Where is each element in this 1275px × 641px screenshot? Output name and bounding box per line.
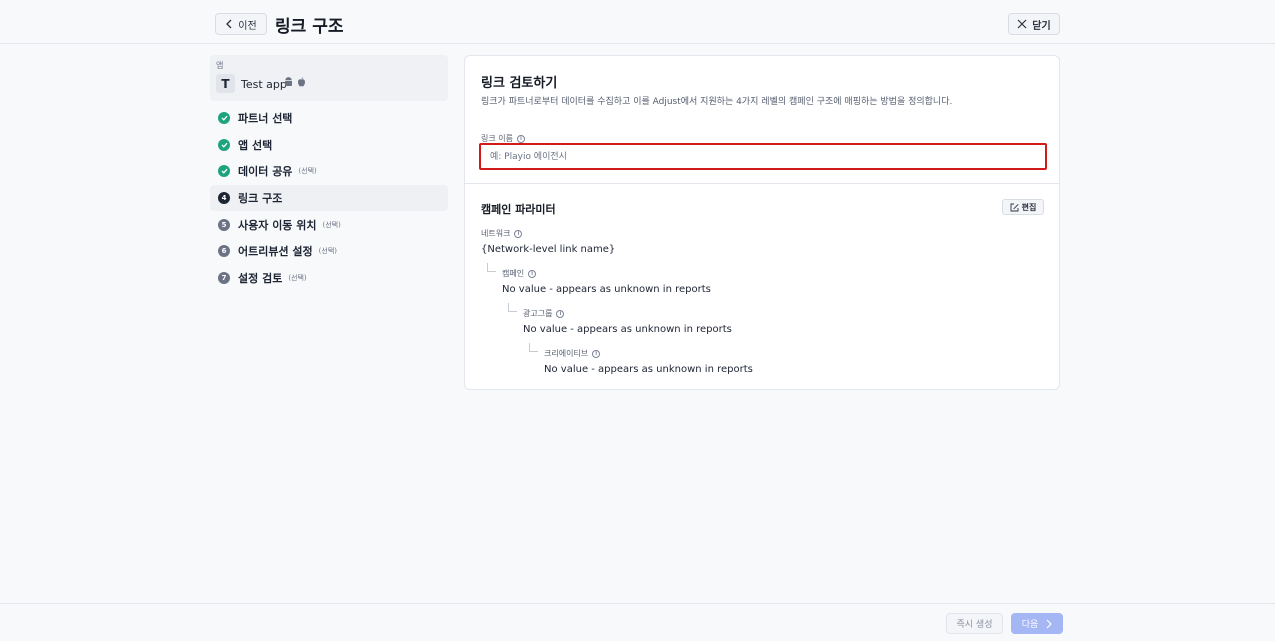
param-value: No value - appears as unknown in reports bbox=[523, 324, 732, 335]
step-label: 어트리뷰션 설정 bbox=[238, 245, 313, 259]
chevron-right-icon bbox=[1046, 619, 1053, 628]
step-list: 파트너 선택 앱 선택 데이터 공유 (선택) 4 링크 구조 5 사용자 이동… bbox=[210, 105, 448, 291]
step-label: 데이터 공유 bbox=[238, 165, 293, 179]
param-creative: 크리에이티브 i No value - appears as unknown i… bbox=[544, 348, 753, 375]
param-label: 광고그룹 i bbox=[523, 308, 732, 319]
step-label: 설정 검토 bbox=[238, 271, 283, 285]
tree-connector bbox=[487, 263, 496, 272]
app-platforms bbox=[284, 77, 306, 87]
step-data-sharing[interactable]: 데이터 공유 (선택) bbox=[210, 158, 448, 185]
step-optional-tag: (선택) bbox=[288, 273, 307, 282]
next-button[interactable]: 다음 bbox=[1011, 613, 1063, 634]
param-label: 크리에이티브 i bbox=[544, 348, 753, 359]
param-label-text: 네트워크 bbox=[481, 229, 511, 238]
app-name: Test app bbox=[241, 78, 287, 91]
campaign-params-title: 캠페인 파라미터 bbox=[481, 203, 556, 216]
edit-label: 편집 bbox=[1021, 202, 1037, 212]
android-icon bbox=[285, 77, 292, 86]
divider bbox=[465, 183, 1059, 184]
instant-create-button[interactable]: 즉시 생성 bbox=[946, 613, 1003, 634]
step-optional-tag: (선택) bbox=[318, 247, 338, 256]
step-user-destination[interactable]: 5 사용자 이동 위치 (선택) bbox=[210, 211, 448, 238]
step-label: 앱 선택 bbox=[238, 138, 273, 152]
info-icon[interactable]: i bbox=[514, 229, 523, 238]
param-value: No value - appears as unknown in reports bbox=[544, 364, 753, 375]
param-value: No value - appears as unknown in reports bbox=[502, 284, 711, 295]
link-name-input[interactable] bbox=[479, 143, 1047, 170]
edit-icon bbox=[1010, 203, 1019, 211]
page-title: 링크 구조 bbox=[275, 17, 344, 37]
param-value: {Network-level link name} bbox=[481, 244, 616, 255]
top-bar: 이전 링크 구조 닫기 bbox=[0, 0, 1275, 44]
chevron-left-icon bbox=[226, 19, 232, 29]
param-label: 네트워크 i bbox=[481, 228, 615, 239]
step-number-badge: 4 bbox=[218, 192, 230, 205]
app-section-label: 앱 bbox=[216, 61, 224, 70]
param-label-text: 캠페인 bbox=[502, 269, 525, 278]
step-number-badge: 6 bbox=[218, 245, 230, 258]
step-number-badge: 7 bbox=[218, 271, 230, 284]
info-icon[interactable]: i bbox=[528, 269, 537, 278]
check-circle-icon bbox=[218, 138, 230, 151]
tree-connector bbox=[508, 303, 517, 312]
step-review-settings[interactable]: 7 설정 검토 (선택) bbox=[210, 265, 448, 292]
app-selector: 앱 T Test app bbox=[210, 55, 448, 101]
param-campaign: 캠페인 i No value - appears as unknown in r… bbox=[502, 268, 711, 295]
step-partner-select[interactable]: 파트너 선택 bbox=[210, 105, 448, 132]
footer-bar: 즉시 생성 다음 bbox=[0, 603, 1275, 641]
info-icon[interactable]: i bbox=[556, 309, 565, 318]
param-label: 캠페인 i bbox=[502, 268, 711, 279]
step-label: 파트너 선택 bbox=[238, 112, 293, 126]
step-link-structure[interactable]: 4 링크 구조 bbox=[210, 184, 448, 212]
param-network: 네트워크 i {Network-level link name} bbox=[481, 228, 615, 255]
apple-icon bbox=[298, 77, 305, 87]
step-app-select[interactable]: 앱 선택 bbox=[210, 132, 448, 159]
param-label-text: 크리에이티브 bbox=[544, 349, 589, 358]
card-title: 링크 검토하기 bbox=[481, 76, 558, 91]
next-button-label: 다음 bbox=[1021, 620, 1039, 630]
param-label-text: 광고그룹 bbox=[523, 309, 553, 318]
step-attribution-settings[interactable]: 6 어트리뷰션 설정 (선택) bbox=[210, 238, 448, 265]
param-adgroup: 광고그룹 i No value - appears as unknown in … bbox=[523, 308, 732, 335]
link-review-card: 링크 검토하기 링크가 파트너로부터 데이터를 수집하고 이를 Adjust에서… bbox=[464, 55, 1060, 390]
back-button-label: 이전 bbox=[238, 20, 257, 32]
step-number-badge: 5 bbox=[218, 218, 230, 231]
card-description: 링크가 파트너로부터 데이터를 수집하고 이를 Adjust에서 지원하는 4가… bbox=[481, 97, 953, 107]
step-label: 링크 구조 bbox=[238, 192, 283, 206]
close-button[interactable]: 닫기 bbox=[1008, 13, 1060, 35]
step-optional-tag: (선택) bbox=[322, 220, 341, 229]
back-button[interactable]: 이전 bbox=[215, 13, 267, 35]
close-icon bbox=[1017, 19, 1027, 29]
info-icon[interactable]: i bbox=[592, 349, 601, 358]
edit-params-button[interactable]: 편집 bbox=[1002, 199, 1044, 215]
step-optional-tag: (선택) bbox=[298, 167, 317, 176]
info-icon[interactable]: i bbox=[516, 134, 525, 143]
close-button-label: 닫기 bbox=[1032, 20, 1051, 32]
step-label: 사용자 이동 위치 bbox=[238, 218, 317, 232]
check-circle-icon bbox=[218, 112, 230, 125]
app-avatar: T bbox=[216, 74, 235, 93]
tree-connector bbox=[529, 343, 538, 352]
check-circle-icon bbox=[218, 165, 230, 178]
